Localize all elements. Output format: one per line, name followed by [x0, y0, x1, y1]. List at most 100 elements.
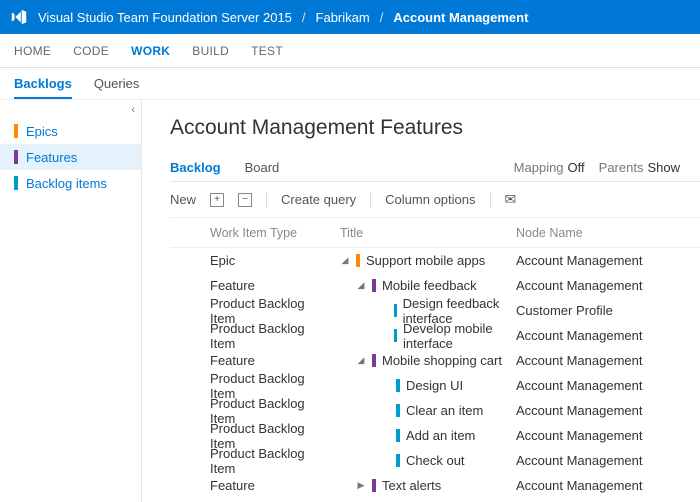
work-item-type: Product Backlog Item [170, 446, 330, 476]
breadcrumb-project[interactable]: Fabrikam [316, 10, 370, 25]
toolbar-divider [490, 192, 491, 208]
breadcrumb-product[interactable]: Visual Studio Team Foundation Server 201… [38, 10, 292, 25]
create-query-button[interactable]: Create query [281, 192, 356, 207]
work-item-title[interactable]: Design UI [406, 378, 463, 393]
table-row[interactable]: Epic ◢ Support mobile apps Account Manageme… [170, 248, 700, 273]
expand-toggle-icon[interactable]: ▶ [356, 480, 366, 491]
table-row[interactable]: Product Backlog Item Check out Account Man… [170, 448, 700, 473]
hub-test[interactable]: TEST [251, 44, 283, 58]
purple-chip-icon [372, 354, 376, 367]
work-item-type: Feature [170, 478, 330, 493]
work-item-title[interactable]: Mobile feedback [382, 278, 477, 293]
feature-color-chip [14, 150, 18, 164]
hub-work[interactable]: WORK [131, 44, 170, 58]
sidebar-item-features[interactable]: Features [0, 144, 141, 170]
table-row[interactable]: Product Backlog ItemAdd an itemAccount M… [170, 423, 700, 448]
col-header-title[interactable]: Title [330, 226, 516, 240]
top-bar: Visual Studio Team Foundation Server 201… [0, 0, 700, 34]
expand-toggle-icon[interactable]: ◢ [340, 255, 350, 266]
teal-chip-icon [394, 329, 397, 342]
parents-toggle[interactable]: Show [647, 160, 680, 175]
breadcrumb-area[interactable]: Account Management [393, 10, 528, 25]
work-item-type: Epic [170, 253, 330, 268]
teal-chip-icon [396, 404, 400, 417]
expand-toggle-icon[interactable]: ◢ [356, 280, 366, 291]
node-name: Customer Profile [516, 303, 686, 318]
node-name: Account Management [516, 253, 686, 268]
work-item-title[interactable]: Check out [406, 453, 465, 468]
epic-color-chip [14, 124, 18, 138]
hub-code[interactable]: CODE [73, 44, 109, 58]
collapse-all-icon[interactable]: − [238, 193, 252, 207]
sidebar-item-label: Features [26, 150, 77, 165]
subhub-queries[interactable]: Queries [94, 76, 140, 91]
node-name: Account Management [516, 403, 686, 418]
node-name: Account Management [516, 378, 686, 393]
grid-header: Work Item Type Title Node Name [170, 218, 700, 248]
work-item-type: Feature [170, 278, 330, 293]
hub-build[interactable]: BUILD [192, 44, 229, 58]
teal-chip-icon [396, 379, 400, 392]
node-name: Account Management [516, 353, 686, 368]
work-item-title[interactable]: Support mobile apps [366, 253, 485, 268]
view-switch-row: Backlog Board Mapping Off Parents Show [170, 154, 700, 182]
table-row[interactable]: Feature ◢ Mobile shopping cart Account Mana… [170, 348, 700, 373]
col-header-node[interactable]: Node Name [516, 226, 686, 240]
grid-body: Epic ◢ Support mobile apps Account Manageme… [170, 248, 700, 498]
purple-chip-icon [372, 279, 376, 292]
table-row[interactable]: Feature ◢ Mobile feedback Account Managemen… [170, 273, 700, 298]
backlog-toolbar: New + − Create query Column options ✉ [170, 182, 700, 218]
main-content: Account Management Features Backlog Boar… [142, 100, 700, 502]
subhub-backlogs[interactable]: Backlogs [14, 76, 72, 99]
parents-label: Parents [599, 160, 644, 175]
work-item-title[interactable]: Mobile shopping cart [382, 353, 502, 368]
node-name: Account Management [516, 453, 686, 468]
new-button[interactable]: New [170, 192, 196, 207]
node-name: Account Management [516, 478, 686, 493]
sidebar-item-label: Backlog items [26, 176, 107, 191]
orange-chip-icon [356, 254, 360, 267]
sidebar-item-label: Epics [26, 124, 58, 139]
mapping-toggle[interactable]: Off [568, 160, 585, 175]
toolbar-divider [370, 192, 371, 208]
work-item-title[interactable]: Add an item [406, 428, 475, 443]
breadcrumb-sep: / [380, 10, 384, 25]
sidebar-item-epics[interactable]: Epics [0, 118, 141, 144]
work-item-title[interactable]: Text alerts [382, 478, 441, 493]
table-row[interactable]: Product Backlog ItemDesign UIAccount Man… [170, 373, 700, 398]
table-row[interactable]: Product Backlog ItemDesign feedback inte… [170, 298, 700, 323]
purple-chip-icon [372, 479, 376, 492]
expand-toggle-icon[interactable]: ◢ [356, 355, 366, 366]
pbi-color-chip [14, 176, 18, 190]
teal-chip-icon [396, 429, 400, 442]
sidebar-item-backlog-items[interactable]: Backlog items [0, 170, 141, 196]
node-name: Account Management [516, 328, 686, 343]
hub-nav: HOME CODE WORK BUILD TEST [0, 34, 700, 68]
work-item-title[interactable]: Develop mobile interface [403, 321, 516, 351]
node-name: Account Management [516, 428, 686, 443]
work-item-title[interactable]: Clear an item [406, 403, 483, 418]
teal-chip-icon [396, 454, 400, 467]
table-row[interactable]: Feature ▶ Text alerts Account Management [170, 473, 700, 498]
expand-all-icon[interactable]: + [210, 193, 224, 207]
column-options-button[interactable]: Column options [385, 192, 475, 207]
toolbar-divider [266, 192, 267, 208]
vs-logo-icon [10, 8, 28, 26]
node-name: Account Management [516, 278, 686, 293]
teal-chip-icon [394, 304, 397, 317]
hub-home[interactable]: HOME [14, 44, 51, 58]
work-item-type: Feature [170, 353, 330, 368]
work-item-type: Product Backlog Item [170, 321, 330, 351]
subhub-nav: Backlogs Queries [0, 68, 700, 100]
backlog-level-sidebar: ‹ Epics Features Backlog items [0, 100, 142, 502]
col-header-type[interactable]: Work Item Type [170, 226, 330, 240]
collapse-sidebar-icon[interactable]: ‹ [131, 104, 135, 116]
table-row[interactable]: Product Backlog Item Develop mobile inter… [170, 323, 700, 348]
view-board[interactable]: Board [245, 160, 280, 175]
email-icon[interactable]: ✉ [505, 191, 517, 208]
mapping-label: Mapping [514, 160, 564, 175]
table-row[interactable]: Product Backlog ItemClear an itemAccount… [170, 398, 700, 423]
view-backlog[interactable]: Backlog [170, 160, 221, 175]
page-title: Account Management Features [170, 116, 700, 140]
breadcrumb-sep: / [302, 10, 306, 25]
